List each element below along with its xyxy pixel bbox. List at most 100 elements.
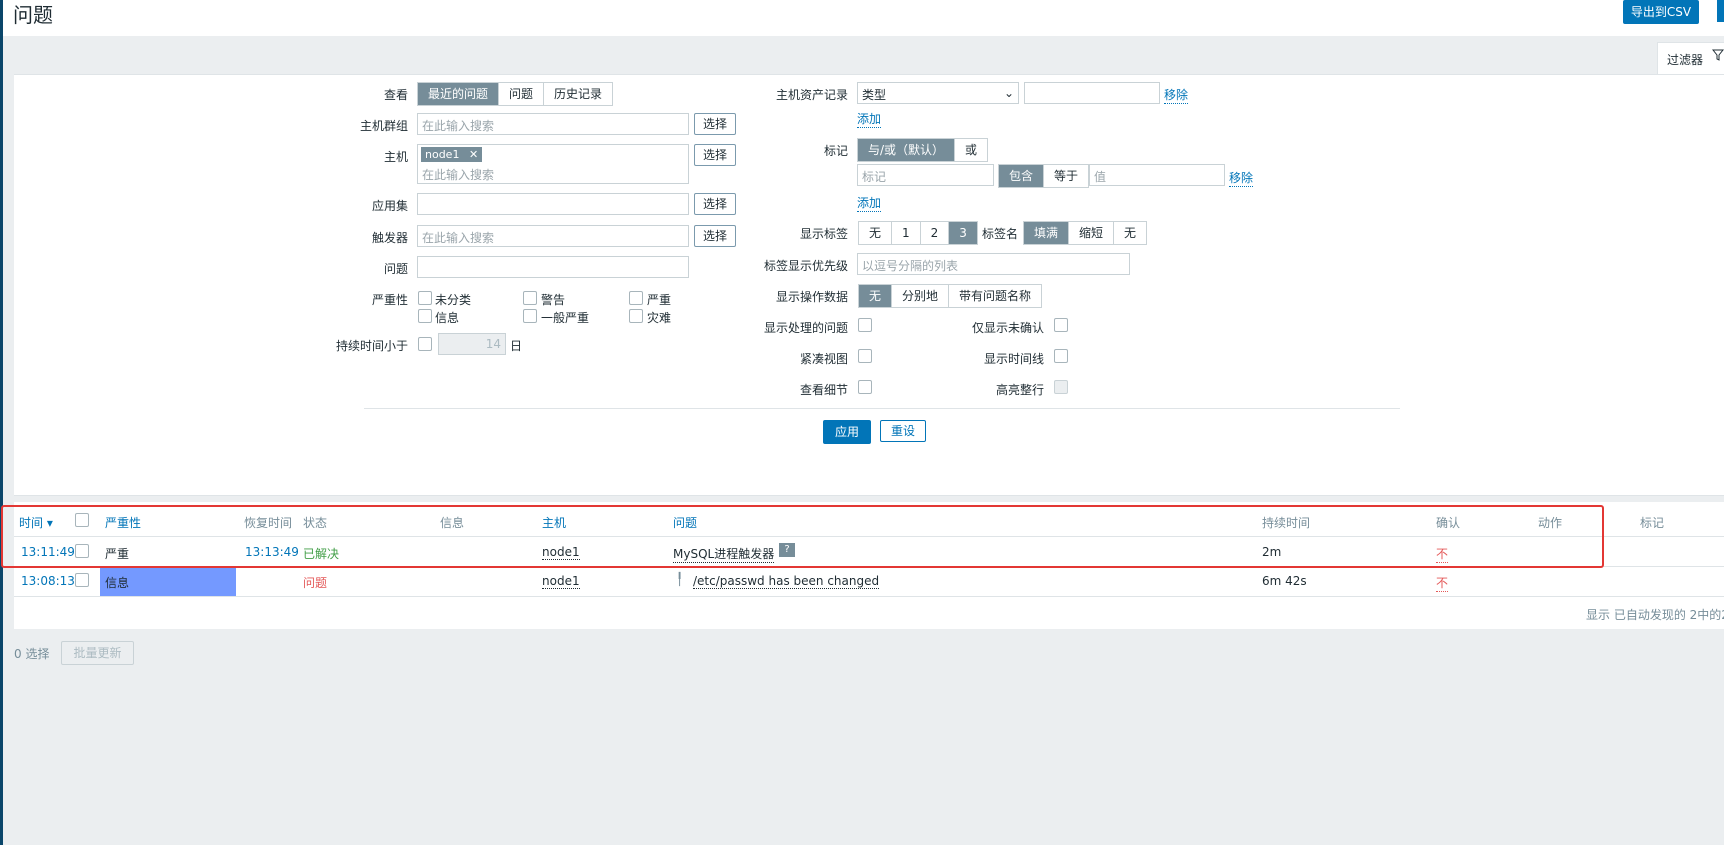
mass-update-button[interactable]: 批量更新 [61, 641, 134, 665]
show-tags-label: 显示标签 [799, 227, 848, 241]
application-label: 应用集 [371, 199, 408, 213]
highlight-checkbox[interactable] [1054, 380, 1068, 394]
tag-value-input[interactable]: 值 [1089, 164, 1225, 186]
row2-checkbox[interactable] [75, 573, 89, 587]
export-csv-button[interactable]: 导出到CSV [1623, 0, 1699, 24]
problem-input[interactable] [417, 256, 689, 278]
tag-name-full[interactable]: 填满 [1024, 222, 1070, 244]
host-select-button[interactable]: 选择 [694, 144, 736, 166]
show-tags-1[interactable]: 1 [892, 222, 921, 244]
tag-name-segmented: 填满 缩短 无 [1023, 221, 1148, 245]
table-footer-count: 显示 已自动发现的 2中的2 [1586, 608, 1724, 622]
hostgroup-label: 主机群组 [359, 119, 408, 133]
details-checkbox[interactable] [858, 380, 872, 394]
highlight-annotation-box [1, 505, 1604, 568]
trigger-input[interactable]: 在此输入搜索 [417, 225, 689, 247]
inventory-add-link[interactable]: 添加 [857, 110, 882, 128]
compact-label: 紧凑视图 [799, 352, 848, 366]
severity-checkbox[interactable] [418, 291, 432, 305]
show-tags-segmented: 无 1 2 3 [858, 221, 978, 245]
host-tag-chip: node1 ✕ [421, 147, 483, 162]
severity-checkbox[interactable] [523, 309, 537, 323]
highlight-label: 高亮整行 [995, 383, 1044, 397]
host-multiselect[interactable]: node1 ✕ 在此输入搜索 [417, 144, 689, 184]
tag-name-short[interactable]: 缩短 [1069, 222, 1115, 244]
filter-funnel-icon [1712, 49, 1724, 61]
trigger-label: 触发器 [371, 231, 408, 245]
problem-label: 问题 [383, 262, 408, 276]
row2-host-link[interactable]: node1 [542, 574, 580, 589]
op-data-label: 显示操作数据 [775, 290, 848, 304]
tag-add-link[interactable]: 添加 [857, 194, 882, 212]
selected-count: 0 选择 [14, 647, 50, 661]
filter-tab[interactable]: 过滤器 [1657, 42, 1724, 75]
severity-checkbox[interactable] [523, 291, 537, 305]
tag-op-contains[interactable]: 包含 [999, 165, 1045, 187]
tags-label: 标记 [823, 144, 848, 158]
unack-only-label: 仅显示未确认 [971, 321, 1044, 335]
severity-checkbox[interactable] [418, 309, 432, 323]
tag-op-equals[interactable]: 等于 [1044, 165, 1089, 187]
tag-priority-input[interactable]: 以逗号分隔的列表 [857, 253, 1130, 275]
tag-operator-segmented: 包含 等于 [998, 164, 1090, 188]
op-data-segmented: 无 分别地 带有问题名称 [858, 284, 1043, 308]
row2-severity: 信息 [105, 576, 130, 590]
duration-unit: 日 [510, 339, 523, 353]
trigger-select-button[interactable]: 选择 [694, 225, 736, 247]
severity-checkbox[interactable] [629, 291, 643, 305]
op-data-with-name[interactable]: 带有问题名称 [949, 285, 1042, 307]
view-segmented: 最近的问题 问题 历史记录 [417, 82, 614, 106]
details-label: 查看细节 [799, 383, 848, 397]
timeline-label: 显示时间线 [983, 352, 1044, 366]
row2-problem-link[interactable]: /etc/passwd has been changed [693, 574, 880, 589]
fullscreen-icon[interactable] [1717, 0, 1724, 22]
tag-logic-or[interactable]: 或 [955, 139, 988, 161]
view-history-option[interactable]: 历史记录 [544, 83, 613, 105]
remove-tag-icon[interactable]: ✕ [469, 148, 478, 161]
row2-time-link[interactable]: 13:08:13 [21, 574, 75, 588]
application-select-button[interactable]: 选择 [694, 193, 736, 215]
hostgroup-select-button[interactable]: 选择 [694, 113, 736, 135]
compact-checkbox[interactable] [858, 349, 872, 363]
col-tags: 标记 [1640, 516, 1665, 530]
duration-input[interactable]: 14 [438, 333, 506, 355]
severity-option-label: 一般严重 [541, 311, 590, 325]
hostgroup-input[interactable]: 在此输入搜索 [417, 113, 689, 135]
show-tags-2[interactable]: 2 [920, 222, 950, 244]
filter-panel: 查看 最近的问题 问题 历史记录 主机群组 在此输入搜索 选择 主机 node1… [14, 74, 1724, 496]
tag-remove-link[interactable]: 移除 [1229, 169, 1254, 187]
tag-logic-segmented: 与/或（默认） 或 [857, 138, 989, 162]
view-recent-option[interactable]: 最近的问题 [418, 83, 500, 105]
duration-label: 持续时间小于 [335, 339, 408, 353]
host-search-placeholder: 在此输入搜索 [422, 168, 495, 182]
inventory-value-input[interactable] [1024, 82, 1160, 104]
unack-only-checkbox[interactable] [1054, 318, 1068, 332]
severity-option-label: 严重 [647, 293, 672, 307]
inventory-select-value: 类型 [862, 88, 887, 102]
show-tags-none[interactable]: 无 [859, 222, 893, 244]
application-input[interactable] [417, 193, 689, 215]
reset-button[interactable]: 重设 [880, 420, 926, 442]
severity-option-label: 灾难 [647, 311, 672, 325]
apply-button[interactable]: 应用 [823, 420, 871, 444]
inventory-label: 主机资产记录 [775, 88, 848, 102]
filter-divider [364, 408, 1400, 409]
tag-name-none[interactable]: 无 [1114, 222, 1147, 244]
inventory-select[interactable]: 类型 ⌄ [857, 82, 1019, 104]
severity-option-label: 未分类 [435, 293, 472, 307]
op-data-none[interactable]: 无 [859, 285, 893, 307]
view-problems-option[interactable]: 问题 [499, 83, 545, 105]
severity-checkbox[interactable] [629, 309, 643, 323]
row2-duration: 6m 42s [1262, 574, 1307, 588]
inventory-remove-link[interactable]: 移除 [1164, 86, 1189, 104]
timeline-checkbox[interactable] [1054, 349, 1068, 363]
left-sidebar-edge [0, 0, 3, 845]
severity-option-label: 信息 [435, 311, 460, 325]
show-suppressed-checkbox[interactable] [858, 318, 872, 332]
tag-name-label: 标签名 [981, 227, 1018, 241]
tag-name-input[interactable]: 标记 [857, 164, 994, 186]
tag-logic-andor[interactable]: 与/或（默认） [858, 139, 956, 161]
op-data-separately[interactable]: 分别地 [892, 285, 950, 307]
row2-ack-link[interactable]: 不 [1436, 574, 1449, 592]
duration-checkbox[interactable] [418, 337, 432, 351]
